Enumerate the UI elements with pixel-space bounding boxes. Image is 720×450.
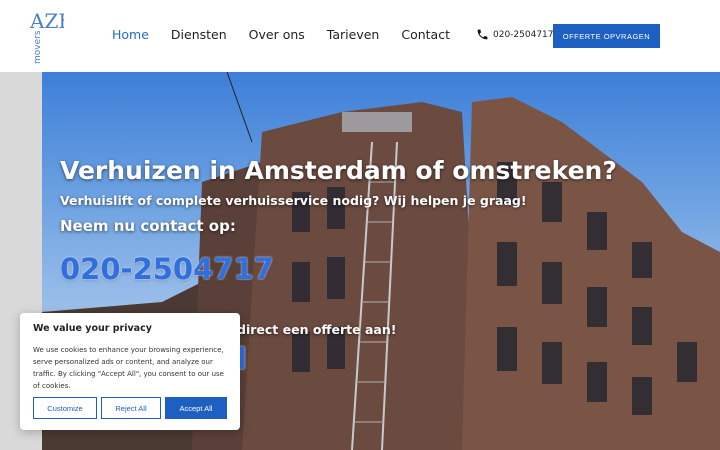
main-nav: Home Diensten Over ons Tarieven Contact bbox=[112, 27, 472, 42]
nav-over-ons[interactable]: Over ons bbox=[249, 27, 305, 42]
customize-button[interactable]: Customize bbox=[33, 397, 97, 419]
logo-a: AZF bbox=[29, 9, 64, 33]
azf-movers-logo[interactable]: AZF movers bbox=[28, 6, 72, 66]
logo-word: movers bbox=[33, 30, 43, 64]
nav-home[interactable]: Home bbox=[112, 27, 149, 42]
hero-phone-link[interactable]: 020-2504717 bbox=[60, 252, 274, 286]
accept-all-button[interactable]: Accept All bbox=[165, 397, 227, 419]
cookie-text: We use cookies to enhance your browsing … bbox=[33, 346, 224, 390]
header-phone-number: 020-2504717 bbox=[493, 29, 554, 40]
nav-tarieven[interactable]: Tarieven bbox=[327, 27, 380, 42]
site-header: AZF movers Home Diensten Over ons Tariev… bbox=[0, 0, 720, 72]
offerte-opvragen-button[interactable]: OFFERTE OPVRAGEN bbox=[553, 24, 660, 48]
reject-all-button[interactable]: Reject All bbox=[101, 397, 161, 419]
nav-diensten[interactable]: Diensten bbox=[171, 27, 227, 42]
hero-contact-label: Neem nu contact op: bbox=[60, 217, 236, 235]
hero-title: Verhuizen in Amsterdam of omstreken? bbox=[60, 156, 617, 185]
cookie-title: We value your privacy bbox=[33, 323, 152, 334]
hero-offer-text: direct een offerte aan! bbox=[237, 322, 397, 337]
header-phone[interactable]: 020-2504717 bbox=[476, 28, 554, 41]
nav-contact[interactable]: Contact bbox=[401, 27, 450, 42]
hero-subtitle: Verhuislift of complete verhuisservice n… bbox=[60, 193, 527, 208]
phone-icon bbox=[477, 29, 488, 40]
cookie-buttons: Customize Reject All Accept All bbox=[33, 397, 227, 419]
cookie-consent-banner: We value your privacy We use cookies to … bbox=[20, 313, 240, 430]
